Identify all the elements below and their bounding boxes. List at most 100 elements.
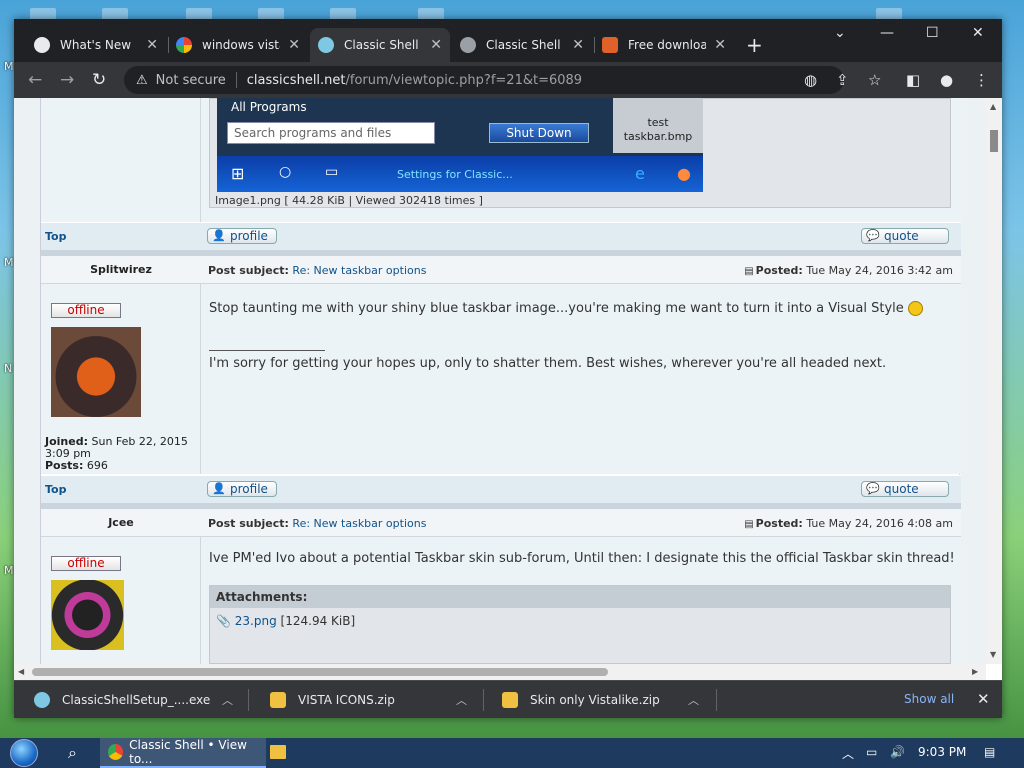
download-filename: VISTA ICONS.zip — [298, 693, 395, 707]
address-bar[interactable]: ⚠ Not secure classicshell.net /forum/vie… — [124, 66, 844, 94]
chevron-up-icon[interactable]: ︿ — [222, 692, 233, 708]
reload-button[interactable]: ↻ — [92, 70, 106, 90]
post-header: Jcee Post subject: Re: New taskbar optio… — [41, 509, 961, 537]
desktop-label: M — [4, 60, 14, 73]
vertical-scroll-thumb[interactable] — [990, 130, 998, 152]
close-downloads-button[interactable]: ✕ — [977, 690, 990, 708]
close-tab-icon[interactable]: ✕ — [572, 37, 584, 53]
test-taskbar-tile: test taskbar.bmp — [613, 98, 703, 153]
forum-topic: All Programs Search programs and files S… — [40, 98, 961, 664]
close-tab-icon[interactable]: ✕ — [714, 37, 726, 53]
page-viewport: All Programs Search programs and files S… — [14, 98, 1002, 664]
quote-button[interactable]: 💬 quote — [861, 481, 949, 497]
tab-windows-vista[interactable]: windows vista ✕ — [168, 28, 308, 62]
post-image-row: All Programs Search programs and files S… — [41, 98, 961, 222]
taskbar-chrome-button[interactable]: Classic Shell • View to... — [100, 738, 266, 768]
bookmark-star-icon[interactable]: ☆ — [868, 71, 881, 89]
close-tab-icon[interactable]: ✕ — [146, 37, 158, 53]
close-tab-icon[interactable]: ✕ — [430, 37, 442, 53]
tab-classic-shell[interactable]: Classic Shell • ✕ — [452, 28, 592, 62]
quote-button[interactable]: 💬 quote — [861, 228, 949, 244]
post-content: Stop taunting me with your shiny blue ta… — [209, 300, 923, 318]
post-author-column — [41, 98, 201, 222]
tab-whats-new[interactable]: What's New ✕ — [26, 28, 166, 62]
minimize-button[interactable]: — — [880, 25, 894, 41]
quote-icon: 💬 — [866, 482, 880, 495]
close-window-button[interactable]: ✕ — [972, 25, 984, 41]
tab-free-download[interactable]: Free download ✕ — [594, 28, 734, 62]
post-icon[interactable]: ▤ — [744, 519, 753, 530]
installer-icon — [34, 692, 50, 708]
start-button[interactable] — [10, 739, 38, 767]
close-tab-icon[interactable]: ✕ — [288, 37, 300, 53]
file-explorer-icon[interactable] — [270, 745, 286, 759]
post-author[interactable]: Jcee — [41, 516, 201, 529]
attachment-size: [124.94 KiB] — [280, 614, 356, 628]
chevron-up-icon[interactable]: ︿ — [456, 692, 467, 708]
clock[interactable]: 9:03 PM — [918, 745, 966, 759]
profile-button[interactable]: 👤 profile — [207, 481, 277, 497]
search-icon[interactable]: ⌕ — [68, 743, 77, 763]
post-author-column: offline Joined: Sun Feb 22, 2015 3:09 pm… — [41, 284, 201, 474]
forward-button[interactable]: → — [60, 70, 74, 90]
posted-label: Posted: — [755, 517, 803, 530]
tab-classic-shell-active[interactable]: Classic Shell • ✕ — [310, 28, 450, 62]
post-signature: I'm sorry for getting your hopes up, onl… — [209, 356, 887, 371]
maximize-button[interactable]: ☐ — [926, 25, 939, 41]
menu-icon[interactable]: ⋮ — [974, 71, 989, 89]
post-subject: Post subject: Re: New taskbar options — [208, 264, 426, 277]
chevron-up-icon[interactable]: ︿ — [688, 692, 699, 708]
show-hidden-icons-icon[interactable]: ︿ — [842, 745, 854, 762]
posted-label: Posted: — [755, 264, 803, 277]
top-link[interactable]: Top — [45, 483, 66, 496]
top-link[interactable]: Top — [45, 230, 66, 243]
download-filename: ClassicShellSetup_....exe — [62, 693, 211, 707]
new-tab-button[interactable]: + — [746, 33, 763, 57]
post-icon[interactable]: ▤ — [744, 266, 753, 277]
taskbar-preview: ⊞ ○ ▭ Settings for Classic... e ● — [217, 156, 703, 192]
back-button[interactable]: ← — [28, 70, 42, 90]
scroll-up-arrow[interactable]: ▲ — [990, 102, 996, 111]
avatar[interactable] — [51, 580, 124, 650]
laughing-emoji-icon — [907, 301, 923, 316]
volume-icon[interactable]: 🔊 — [890, 745, 905, 759]
classic-shell-icon — [318, 37, 334, 53]
warning-icon[interactable]: ⚠ — [136, 73, 148, 88]
side-panel-icon[interactable]: ◧ — [906, 71, 920, 89]
firefox-icon: ● — [677, 164, 691, 183]
scroll-right-arrow[interactable]: ▶ — [972, 667, 978, 676]
post-date: ▤ Posted: Tue May 24, 2016 4:08 am — [744, 517, 953, 530]
post-author[interactable]: Splitwirez — [41, 263, 201, 276]
desktop-label: M — [4, 256, 14, 269]
show-all-downloads-button[interactable]: Show all — [904, 692, 954, 706]
download-item[interactable]: Skin only Vistalike.zip ︿ — [502, 681, 712, 718]
google-lens-icon[interactable]: ◍ — [804, 71, 817, 89]
tab-strip: What's New ✕ windows vista ✕ Classic She… — [14, 19, 1002, 62]
not-secure-label[interactable]: Not secure — [156, 73, 226, 88]
post-subject-link[interactable]: Re: New taskbar options — [292, 517, 426, 530]
profile-icon[interactable]: ● — [940, 71, 953, 89]
scroll-down-arrow[interactable]: ▼ — [990, 650, 996, 659]
post-subject-link[interactable]: Re: New taskbar options — [292, 264, 426, 277]
attachment-image[interactable]: All Programs Search programs and files S… — [217, 98, 703, 192]
taskbar-chrome-title: Classic Shell • View to... — [129, 738, 247, 766]
network-icon[interactable]: ▭ — [866, 745, 877, 759]
posted-date: Tue May 24, 2016 3:42 am — [806, 264, 953, 277]
notifications-icon[interactable]: ▤ — [984, 745, 995, 759]
vertical-scrollbar[interactable]: ▲ ▼ — [986, 98, 1002, 664]
signature-divider — [209, 350, 325, 351]
download-item[interactable]: ClassicShellSetup_....exe ︿ — [34, 681, 244, 718]
desktop-label: N — [4, 362, 13, 375]
download-item[interactable]: VISTA ICONS.zip ︿ — [270, 681, 480, 718]
horizontal-scroll-thumb[interactable] — [32, 668, 608, 676]
share-icon[interactable]: ⇪ — [836, 71, 849, 89]
tab-search-icon[interactable]: ⌄ — [834, 25, 846, 41]
attachment-link[interactable]: 23.png — [235, 614, 277, 628]
post-text: Stop taunting me with your shiny blue ta… — [209, 301, 904, 316]
scroll-left-arrow[interactable]: ◀ — [18, 667, 24, 676]
chrome-icon — [108, 744, 124, 760]
post-content: Ive PM'ed Ivo about a potential Taskbar … — [209, 551, 955, 566]
profile-button[interactable]: 👤 profile — [207, 228, 277, 244]
horizontal-scrollbar[interactable]: ◀ ▶ — [14, 664, 986, 680]
avatar[interactable] — [51, 327, 141, 417]
